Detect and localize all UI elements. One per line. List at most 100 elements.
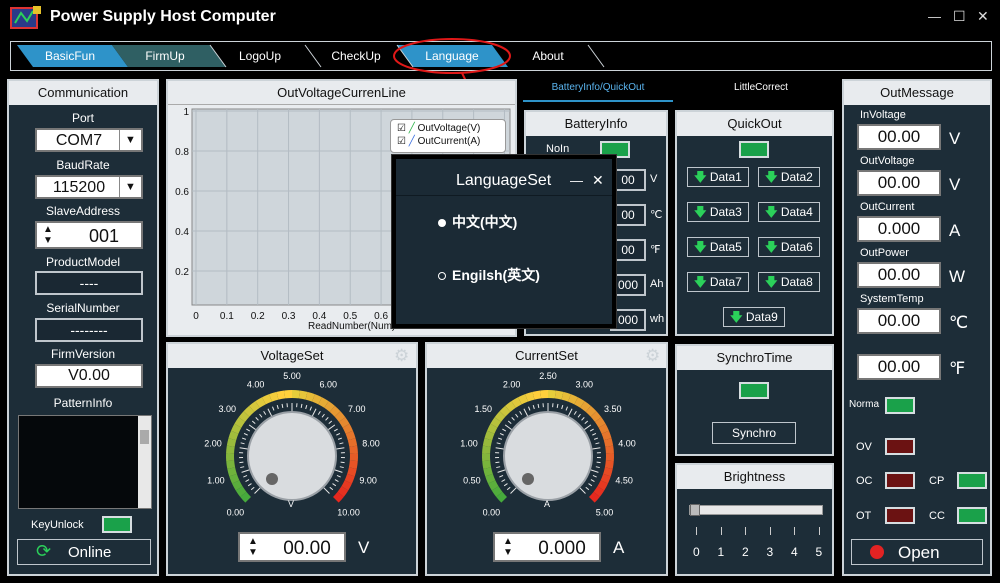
gear-icon[interactable]: ⚙ xyxy=(394,347,412,365)
quickout-title: QuickOut xyxy=(677,112,832,136)
slave-address-stepper[interactable]: ▲ ▼ 001 xyxy=(35,221,143,249)
tab-shapes xyxy=(17,38,605,80)
dialog-minimize-button[interactable]: — xyxy=(570,173,583,188)
quickout-panel: QuickOut 🡇 Data1 🡇 Data2 🡇 Data3 🡇 Data4 🡇 D… xyxy=(675,110,834,336)
stepper-arrows-icon[interactable]: ▲ ▼ xyxy=(503,536,513,558)
quickout-button-label: Data4 xyxy=(780,205,813,219)
legend-item-voltage[interactable]: ☑ ╱ OutVoltage(V) xyxy=(397,123,480,134)
baudrate-label: BaudRate xyxy=(56,158,110,172)
knob-tick-label: 4.00 xyxy=(618,438,636,448)
synchro-button[interactable]: Synchro xyxy=(712,422,796,444)
y-tick-label: 0.8 xyxy=(175,147,189,158)
scrollbar[interactable] xyxy=(138,416,151,508)
open-label: Open xyxy=(898,543,940,562)
brightness-tick-label: 4 xyxy=(791,545,798,559)
arrow-down-icon: 🡇 xyxy=(694,170,707,184)
serial-number-label: SerialNumber xyxy=(46,301,120,315)
online-label: Online xyxy=(68,544,112,561)
brightness-tick-label: 1 xyxy=(717,545,725,559)
knob-tick-label: 7.00 xyxy=(348,404,366,414)
outmessage-row-label: OutCurrent xyxy=(860,201,915,213)
keyunlock-label: KeyUnlock xyxy=(31,519,84,531)
tab-checkup[interactable]: CheckUp xyxy=(316,45,396,67)
pattern-info-label: PatternInfo xyxy=(53,396,113,410)
knob-tick-label: 2.50 xyxy=(539,371,557,381)
ot-label: OT xyxy=(856,510,872,522)
arrow-down-icon: 🡇 xyxy=(694,205,707,219)
brightness-tick-label: 3 xyxy=(766,545,774,559)
arrow-down-icon: 🡇 xyxy=(730,310,743,324)
knob-tick-label: 1.50 xyxy=(475,404,493,414)
knob-tick-label: 8.00 xyxy=(362,438,380,448)
tab-about[interactable]: About xyxy=(508,45,588,67)
quickout-button-data2[interactable]: 🡇 Data2 xyxy=(758,167,820,187)
dialog-close-button[interactable]: ✕ xyxy=(592,172,604,189)
knob-tick-label: 9.00 xyxy=(359,476,377,486)
quickout-button-data8[interactable]: 🡇 Data8 xyxy=(758,272,820,292)
battery-unit-label: ℃ xyxy=(650,209,663,221)
quickout-led xyxy=(739,141,769,158)
knob-tick-label: 1.00 xyxy=(207,476,225,486)
chevron-down-icon[interactable]: ▼ xyxy=(119,130,141,150)
baudrate-select[interactable]: 115200 ▼ xyxy=(35,175,143,199)
gear-icon[interactable]: ⚙ xyxy=(645,347,663,365)
language-option-chinese[interactable]: 中文(中文) xyxy=(438,212,517,232)
stepper-arrows-icon[interactable]: ▲ ▼ xyxy=(248,536,258,558)
knob-tick-label: 2.00 xyxy=(503,380,521,390)
port-value: COM7 xyxy=(55,132,103,149)
subtab-littlecorrect[interactable]: LittleCorrect xyxy=(690,80,832,102)
arrow-down-icon: 🡇 xyxy=(765,205,778,219)
open-button[interactable]: Open xyxy=(851,539,983,565)
brightness-title: Brightness xyxy=(677,465,832,489)
brightness-slider-thumb[interactable] xyxy=(690,504,700,516)
slave-address-label: SlaveAddress xyxy=(45,204,121,218)
tab-firmup[interactable]: FirmUp xyxy=(125,45,205,67)
quickout-button-label: Data1 xyxy=(709,170,742,184)
legend-item-current[interactable]: ☑ ╱ OutCurrent(A) xyxy=(397,136,480,147)
port-select[interactable]: COM7 ▼ xyxy=(35,128,143,152)
voltage-unit: V xyxy=(358,538,370,557)
stepper-arrows-icon[interactable]: ▲ ▼ xyxy=(43,224,53,246)
outmessage-value-field: 00.00 xyxy=(857,170,941,196)
quickout-button-data6[interactable]: 🡇 Data6 xyxy=(758,237,820,257)
radio-selected-icon[interactable] xyxy=(438,219,446,228)
quickout-button-data3[interactable]: 🡇 Data3 xyxy=(687,202,749,222)
subtab-batteryinfo[interactable]: BatteryInfo/QuickOut xyxy=(523,80,673,102)
brightness-tick-label: 0 xyxy=(693,545,700,559)
y-tick-label: 0.6 xyxy=(175,187,189,198)
quickout-button-data1[interactable]: 🡇 Data1 xyxy=(687,167,749,187)
arrow-down-icon: 🡇 xyxy=(765,240,778,254)
brightness-slider-track[interactable] xyxy=(689,504,823,516)
outmessage-row-label: InVoltage xyxy=(860,109,906,121)
english-option-label: Engilsh(英文) xyxy=(452,267,540,283)
ov-led xyxy=(885,438,915,455)
quickout-button-data4[interactable]: 🡇 Data4 xyxy=(758,202,820,222)
chevron-down-icon[interactable]: ▼ xyxy=(119,177,141,197)
pattern-info-area[interactable] xyxy=(18,415,152,509)
synchrotime-panel: SynchroTime Synchro xyxy=(675,344,834,456)
batteryinfo-title: BatteryInfo xyxy=(526,112,666,136)
outmessage-unit-label: ℃ xyxy=(949,313,969,332)
voltage-stepper[interactable]: ▲ ▼ 00.00 xyxy=(238,532,346,562)
current-stepper[interactable]: ▲ ▼ 0.000 xyxy=(493,532,601,562)
y-tick-label: 0.2 xyxy=(175,267,189,278)
battery-unit-label: ℉ xyxy=(650,244,661,256)
quickout-button-data9[interactable]: 🡇 Data9 xyxy=(723,307,785,327)
quickout-button-label: Data5 xyxy=(709,240,742,254)
online-button[interactable]: ⟳ Online xyxy=(17,539,151,565)
knob-tick-label: 5.00 xyxy=(596,508,614,518)
tab-basicfun[interactable]: BasicFun xyxy=(30,45,110,67)
refresh-icon: ⟳ xyxy=(36,541,52,561)
outmessage-panel: OutMessage InVoltage 00.00 V OutVoltage 00.0… xyxy=(842,79,992,576)
tab-logoup[interactable]: LogoUp xyxy=(220,45,300,67)
outmessage-title: OutMessage xyxy=(844,81,990,105)
radio-unselected-icon[interactable] xyxy=(438,272,446,281)
currentset-title: CurrentSet xyxy=(427,344,666,368)
current-unit: A xyxy=(613,538,625,557)
quickout-button-data5[interactable]: 🡇 Data5 xyxy=(687,237,749,257)
tab-language[interactable]: Language xyxy=(412,45,492,67)
language-option-english[interactable]: Engilsh(英文) xyxy=(438,265,540,285)
firm-version-field: V0.00 xyxy=(35,364,143,388)
quickout-button-data7[interactable]: 🡇 Data7 xyxy=(687,272,749,292)
x-tick-label: 0.3 xyxy=(282,311,296,322)
